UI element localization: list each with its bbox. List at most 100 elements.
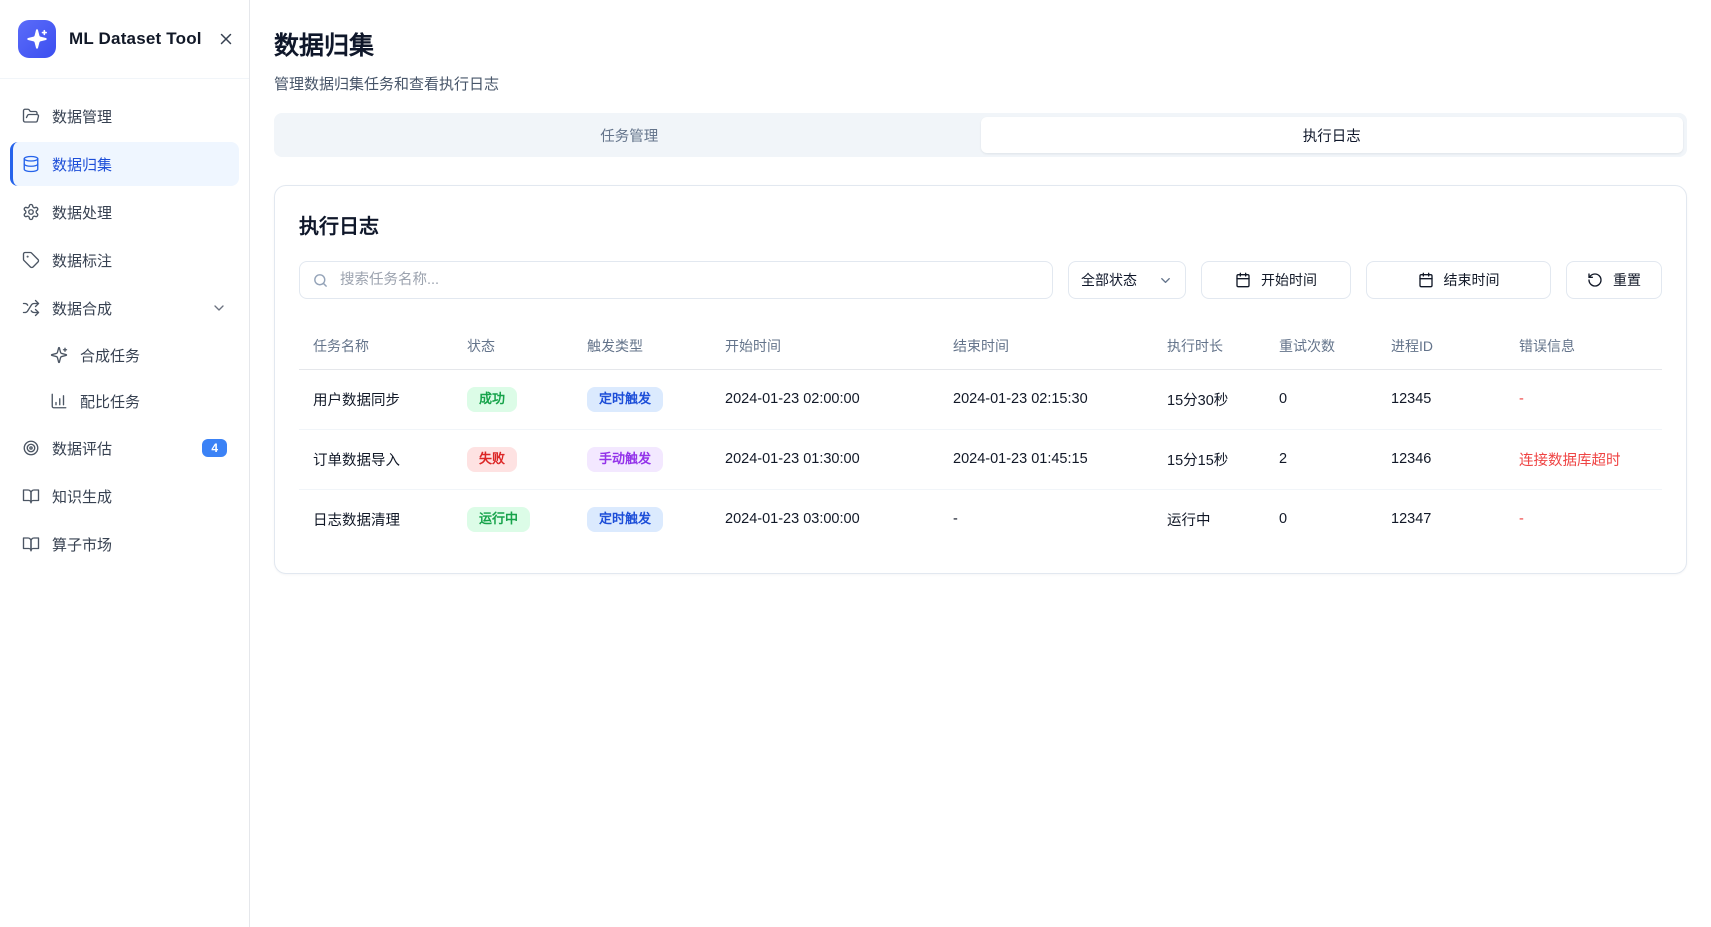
close-icon <box>217 30 235 48</box>
status-badge: 成功 <box>467 387 517 412</box>
sidebar-close-button[interactable] <box>215 28 237 50</box>
card-title: 执行日志 <box>299 210 1662 239</box>
shuffle-icon <box>22 299 40 317</box>
cell-error-message: - <box>1503 489 1662 548</box>
folder-icon <box>22 107 40 125</box>
table-row: 用户数据同步成功定时触发2024-01-23 02:00:002024-01-2… <box>299 370 1662 430</box>
sidebar: ML Dataset Tool 数据管理数据归集数据处理数据标注数据合成合成任务… <box>0 0 250 927</box>
cell-duration: 15分15秒 <box>1151 429 1263 489</box>
cell-task-name: 日志数据清理 <box>299 489 451 548</box>
column-header: 重试次数 <box>1263 323 1375 370</box>
sidebar-nav: 数据管理数据归集数据处理数据标注数据合成合成任务配比任务数据评估 4 知识生成算子市… <box>0 79 249 581</box>
cell-start-time: 2024-01-23 03:00:00 <box>709 489 937 548</box>
sidebar-item-label: 数据管理 <box>52 106 112 127</box>
status-badge: 运行中 <box>467 507 530 532</box>
calendar-icon <box>1235 272 1251 288</box>
column-header: 触发类型 <box>571 323 709 370</box>
sidebar-header: ML Dataset Tool <box>0 0 249 79</box>
cell-end-time: - <box>937 489 1151 548</box>
cell-task-name: 用户数据同步 <box>299 370 451 430</box>
tag-icon <box>22 251 40 269</box>
search-input[interactable] <box>338 271 1040 289</box>
cell-duration: 15分30秒 <box>1151 370 1263 430</box>
tab-execution-logs[interactable]: 执行日志 <box>981 117 1684 153</box>
cell-task-name: 订单数据导入 <box>299 429 451 489</box>
sidebar-item-label: 数据合成 <box>52 298 112 319</box>
target-icon <box>22 439 40 457</box>
book-icon <box>22 535 40 553</box>
column-header: 状态 <box>451 323 571 370</box>
cell-status: 运行中 <box>451 489 571 548</box>
table-header-row: 任务名称状态触发类型开始时间结束时间执行时长重试次数进程ID错误信息 <box>299 323 1662 370</box>
tab-task-management[interactable]: 任务管理 <box>278 117 981 153</box>
table-row: 订单数据导入失败手动触发2024-01-23 01:30:002024-01-2… <box>299 429 1662 489</box>
status-badge: 失败 <box>467 447 517 472</box>
main-content: 数据归集 管理数据归集任务和查看执行日志 任务管理 执行日志 执行日志 全部状态 <box>250 0 1711 927</box>
book-icon <box>22 487 40 505</box>
cell-end-time: 2024-01-23 01:45:15 <box>937 429 1151 489</box>
cell-retry-count: 0 <box>1263 370 1375 430</box>
sidebar-item-label: 配比任务 <box>80 391 140 412</box>
cell-duration: 运行中 <box>1151 489 1263 548</box>
bar-chart-icon <box>50 392 68 410</box>
column-header: 进程ID <box>1375 323 1503 370</box>
cell-process-id: 12345 <box>1375 370 1503 430</box>
page-subtitle: 管理数据归集任务和查看执行日志 <box>274 73 1687 94</box>
reset-label: 重置 <box>1613 270 1641 290</box>
page-title: 数据归集 <box>274 26 1687 62</box>
sidebar-item-label: 数据归集 <box>52 154 112 175</box>
app-root: ML Dataset Tool 数据管理数据归集数据处理数据标注数据合成合成任务… <box>0 0 1711 927</box>
cell-process-id: 12347 <box>1375 489 1503 548</box>
sidebar-item-knowledge-generation[interactable]: 知识生成 <box>10 474 239 518</box>
end-time-label: 结束时间 <box>1444 270 1500 290</box>
sidebar-item-label: 知识生成 <box>52 486 112 507</box>
sidebar-item-label: 数据处理 <box>52 202 112 223</box>
calendar-icon <box>1418 272 1434 288</box>
reset-button[interactable]: 重置 <box>1566 261 1662 299</box>
sidebar-item-data-collection[interactable]: 数据归集 <box>10 142 239 186</box>
trigger-type-badge: 手动触发 <box>587 447 663 472</box>
sidebar-item-label: 合成任务 <box>80 345 140 366</box>
status-filter-select[interactable]: 全部状态 <box>1068 261 1186 299</box>
cell-status: 失败 <box>451 429 571 489</box>
cell-trigger-type: 定时触发 <box>571 370 709 430</box>
cell-process-id: 12346 <box>1375 429 1503 489</box>
cell-trigger-type: 定时触发 <box>571 489 709 548</box>
cell-error-message: - <box>1503 370 1662 430</box>
sparkles-icon <box>50 346 68 364</box>
sidebar-item-label: 数据评估 <box>52 438 112 459</box>
start-time-label: 开始时间 <box>1261 270 1317 290</box>
start-time-button[interactable]: 开始时间 <box>1201 261 1351 299</box>
trigger-type-badge: 定时触发 <box>587 387 663 412</box>
table-row: 日志数据清理运行中定时触发2024-01-23 03:00:00-运行中0123… <box>299 489 1662 548</box>
chevron-down-icon <box>1158 273 1173 288</box>
count-badge: 4 <box>202 439 227 457</box>
sidebar-item-data-processing[interactable]: 数据处理 <box>10 190 239 234</box>
cell-start-time: 2024-01-23 02:00:00 <box>709 370 937 430</box>
end-time-button[interactable]: 结束时间 <box>1366 261 1551 299</box>
status-filter-value: 全部状态 <box>1081 270 1137 290</box>
sidebar-item-data-annotation[interactable]: 数据标注 <box>10 238 239 282</box>
column-header: 开始时间 <box>709 323 937 370</box>
sidebar-item-ratio-tasks[interactable]: 配比任务 <box>10 380 239 422</box>
cell-error-message: 连接数据库超时 <box>1503 429 1662 489</box>
sidebar-item-operator-market[interactable]: 算子市场 <box>10 522 239 566</box>
filter-toolbar: 全部状态 开始时间 结束时间 重置 <box>299 261 1662 299</box>
reset-icon <box>1587 272 1603 288</box>
sidebar-item-data-synthesis[interactable]: 数据合成 <box>10 286 239 330</box>
execution-log-table: 任务名称状态触发类型开始时间结束时间执行时长重试次数进程ID错误信息 用户数据同… <box>299 323 1662 549</box>
trigger-type-badge: 定时触发 <box>587 507 663 532</box>
search-box[interactable] <box>299 261 1053 299</box>
cell-status: 成功 <box>451 370 571 430</box>
column-header: 任务名称 <box>299 323 451 370</box>
sidebar-item-data-evaluation[interactable]: 数据评估 4 <box>10 426 239 470</box>
search-icon <box>312 272 329 289</box>
sidebar-item-data-management[interactable]: 数据管理 <box>10 94 239 138</box>
sidebar-item-synthesis-tasks[interactable]: 合成任务 <box>10 334 239 376</box>
database-icon <box>22 155 40 173</box>
column-header: 错误信息 <box>1503 323 1662 370</box>
cell-retry-count: 0 <box>1263 489 1375 548</box>
cell-trigger-type: 手动触发 <box>571 429 709 489</box>
app-logo-icon <box>18 20 56 58</box>
column-header: 执行时长 <box>1151 323 1263 370</box>
